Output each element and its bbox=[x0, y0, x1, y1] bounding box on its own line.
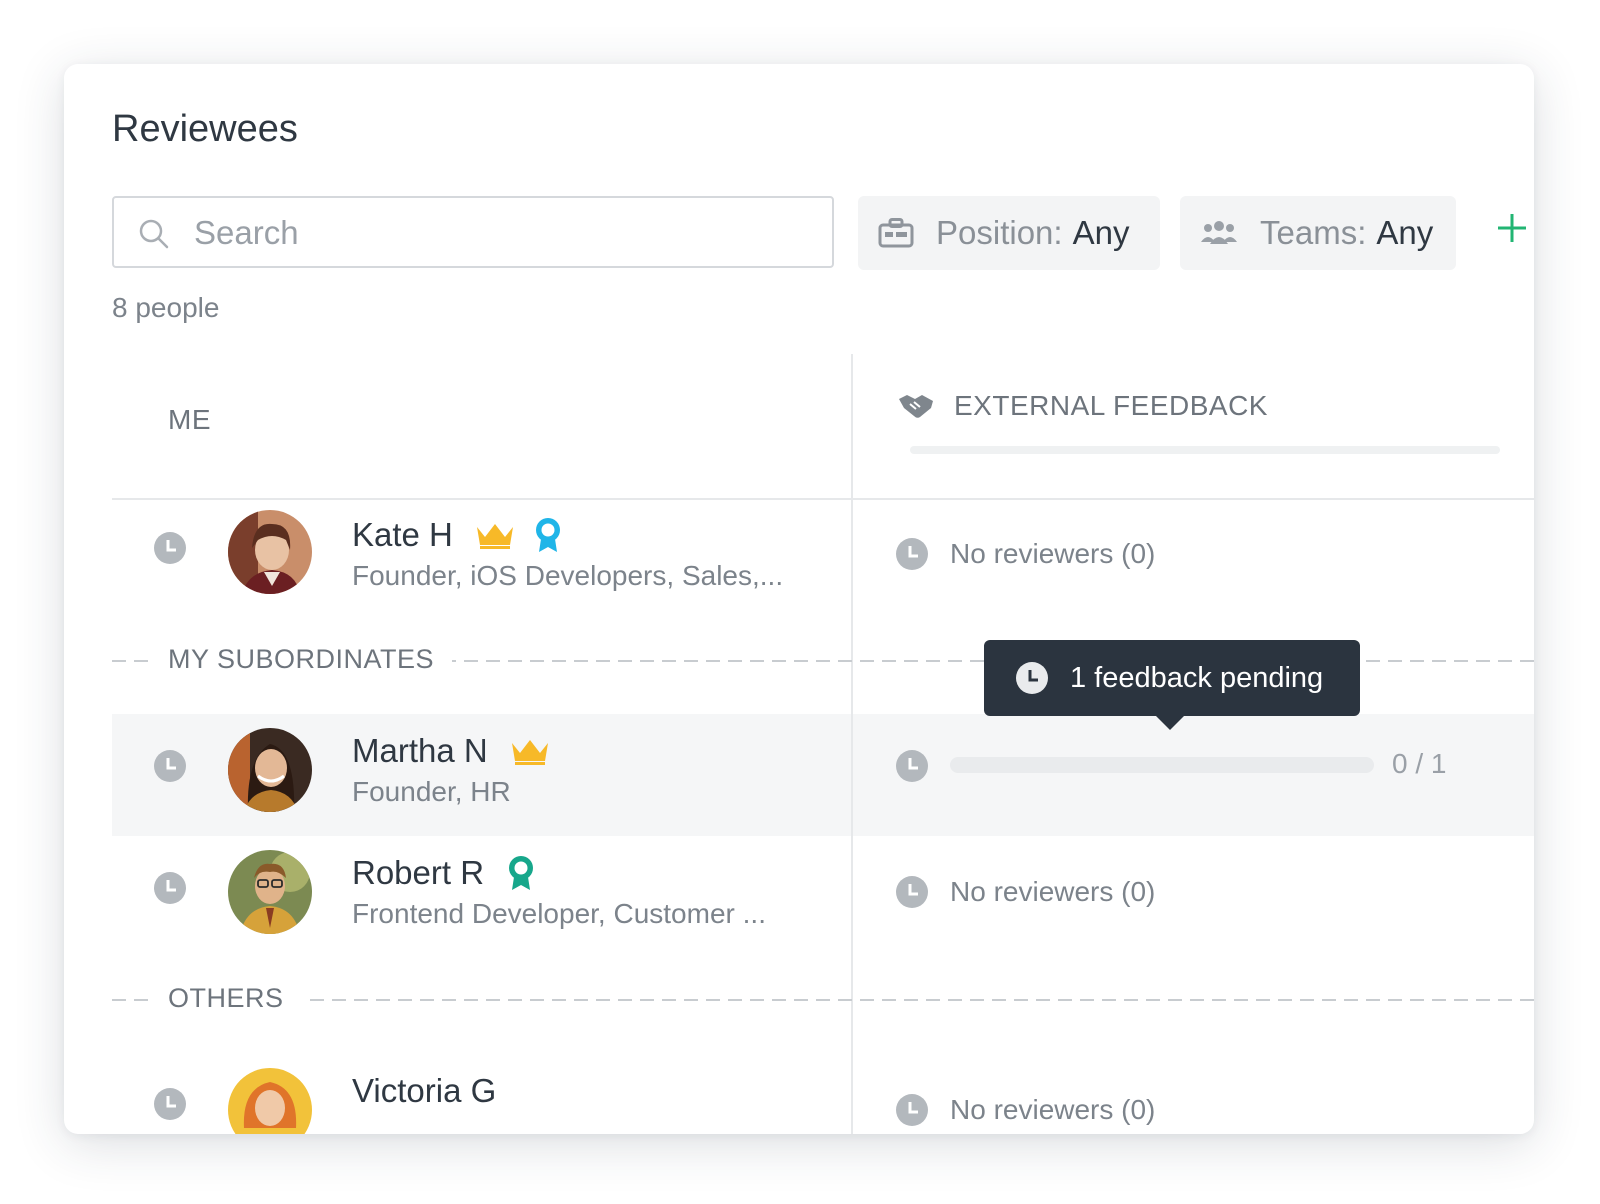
avatar-image bbox=[228, 1068, 312, 1134]
search-icon bbox=[139, 219, 169, 249]
avatar-image bbox=[228, 510, 312, 594]
award-ribbon-icon bbox=[535, 518, 560, 552]
teams-filter[interactable]: Teams: Any bbox=[1180, 196, 1456, 270]
avatar-kate-h[interactable] bbox=[228, 510, 312, 594]
team-icon bbox=[1201, 221, 1237, 244]
column-header-external-feedback[interactable]: EXTERNAL FEEDBACK bbox=[898, 390, 1268, 422]
reviewee-name[interactable]: Robert R bbox=[352, 854, 536, 892]
avatar-image bbox=[228, 850, 312, 934]
table-row-highlight bbox=[112, 714, 1534, 836]
tooltip-text: 1 feedback pending bbox=[1070, 661, 1324, 694]
reviewer-status: No reviewers (0) bbox=[950, 1094, 1156, 1125]
reviewee-name-text: Robert R bbox=[352, 854, 485, 891]
clock-icon bbox=[154, 750, 186, 782]
reviewee-name-text: Martha N bbox=[352, 732, 488, 769]
clock-icon bbox=[896, 1094, 928, 1126]
reviewee-name[interactable]: Victoria G bbox=[352, 1072, 496, 1110]
clock-icon bbox=[896, 538, 928, 570]
reviewee-teams: Frontend Developer, Customer ... bbox=[352, 898, 766, 929]
column-divider bbox=[851, 714, 853, 836]
reviewee-teams: Founder, HR bbox=[352, 776, 511, 807]
avatar-image bbox=[228, 728, 312, 812]
position-filter-value: Any bbox=[1072, 214, 1130, 251]
teams-filter-label: Teams: bbox=[1260, 214, 1367, 251]
search-box[interactable] bbox=[112, 196, 834, 268]
search-input[interactable] bbox=[192, 208, 796, 258]
clock-icon bbox=[896, 876, 928, 908]
clock-icon bbox=[154, 872, 186, 904]
reviewer-status: No reviewers (0) bbox=[950, 538, 1156, 569]
teams-filter-value: Any bbox=[1376, 214, 1434, 251]
reviewees-panel: Reviewees Position: Any Teams: Any bbox=[64, 64, 1534, 1134]
clock-icon bbox=[1016, 662, 1048, 694]
clock-icon bbox=[154, 1088, 186, 1120]
section-divider bbox=[112, 999, 1534, 1001]
handshake-icon bbox=[899, 395, 933, 418]
reviewee-name[interactable]: Martha N bbox=[352, 732, 550, 770]
header-divider bbox=[112, 498, 1534, 500]
section-others: OTHERS bbox=[150, 983, 302, 1014]
position-filter[interactable]: Position: Any bbox=[858, 196, 1160, 270]
column-header-me: ME bbox=[168, 404, 211, 435]
avatar-victoria-g[interactable] bbox=[228, 1068, 312, 1134]
reviewer-status: No reviewers (0) bbox=[950, 876, 1156, 907]
crown-icon bbox=[511, 740, 548, 765]
column-header-external-feedback-label: EXTERNAL FEEDBACK bbox=[954, 390, 1268, 421]
feedback-progress-bar[interactable] bbox=[950, 757, 1374, 773]
feedback-progress-count: 0 / 1 bbox=[1392, 748, 1447, 779]
add-filter-button[interactable] bbox=[1494, 210, 1530, 246]
reviewee-name-text: Kate H bbox=[352, 516, 453, 553]
feedback-pending-tooltip: 1 feedback pending bbox=[984, 640, 1360, 716]
crown-icon bbox=[476, 524, 513, 549]
briefcase-icon bbox=[878, 218, 914, 248]
section-my-subordinates: MY SUBORDINATES bbox=[150, 644, 453, 675]
reviewee-name[interactable]: Kate H bbox=[352, 516, 563, 554]
page-title: Reviewees bbox=[112, 108, 298, 150]
award-ribbon-icon bbox=[509, 856, 534, 890]
people-count: 8 people bbox=[112, 292, 220, 323]
clock-icon bbox=[896, 750, 928, 782]
reviewee-name-text: Victoria G bbox=[352, 1072, 497, 1109]
avatar-robert-r[interactable] bbox=[228, 850, 312, 934]
tooltip-arrow bbox=[1154, 714, 1186, 730]
avatar-martha-n[interactable] bbox=[228, 728, 312, 812]
reviewee-teams: Founder, iOS Developers, Sales,... bbox=[352, 560, 784, 591]
external-feedback-summary-bar bbox=[910, 446, 1500, 454]
position-filter-label: Position: bbox=[936, 214, 1063, 251]
clock-icon bbox=[154, 532, 186, 564]
